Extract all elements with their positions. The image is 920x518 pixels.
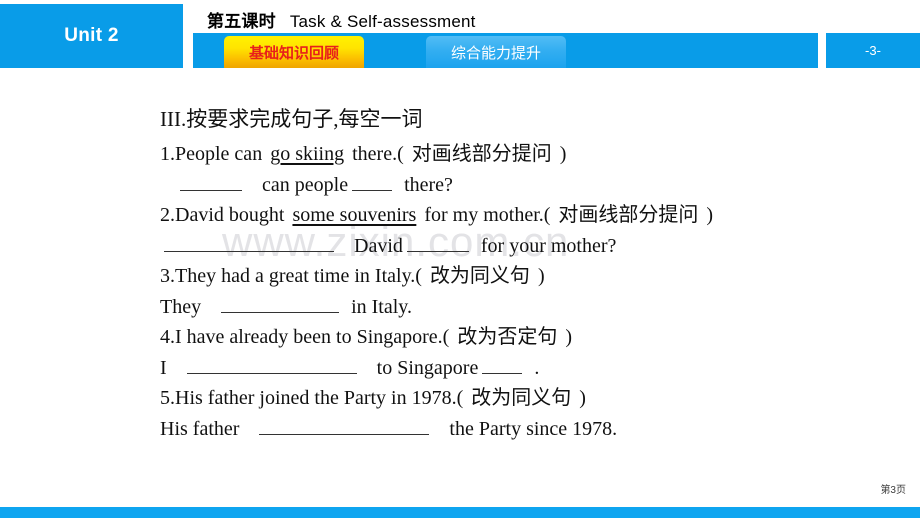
footer-page-number: 第3页 <box>880 485 906 496</box>
item-5-answer-text-2: the Party since 1978. <box>449 417 618 440</box>
exercise-item-4-prompt: 4.I have already been to Singapore.( 改为否定… <box>160 322 900 353</box>
item-2-instruction: 对画线部分提问 <box>558 204 699 226</box>
item-1-number: 1. <box>160 143 175 165</box>
item-2-underlined: some souvenirs <box>292 204 417 226</box>
item-1-prompt-after: there.( <box>352 143 404 165</box>
lesson-title-cn: 第五课时 <box>207 12 276 31</box>
item-2-blank-1[interactable] <box>164 235 334 252</box>
item-4-number: 4. <box>160 326 175 348</box>
item-5-prompt-before: His father joined the Party in 1978.( <box>175 387 464 409</box>
tab-basics-review-label: 基础知识回顾 <box>248 44 339 62</box>
item-2-blank-2[interactable] <box>406 235 469 252</box>
exercise-heading: III.按要求完成句子,每空一词 <box>160 107 423 131</box>
tab-comprehensive-improvement[interactable]: 综合能力提升 <box>426 36 566 68</box>
item-4-instruction: 改为否定句 <box>457 326 558 348</box>
item-4-answer-text-1: I <box>160 356 167 379</box>
item-4-answer-text-3: . <box>534 356 540 379</box>
page-indicator-badge: -3- <box>826 33 920 68</box>
exercise-item-3-answer: They in Italy. <box>160 292 900 323</box>
item-2-prompt-after: for my mother.( <box>424 204 551 226</box>
item-2-answer-text-2: for your mother? <box>480 234 617 257</box>
item-1-close-paren: ) <box>559 143 567 165</box>
lesson-title: 第五课时 Task & Self-assessment <box>207 7 476 32</box>
tab-bar: 基础知识回顾 综合能力提升 <box>193 33 818 68</box>
item-1-blank-1[interactable] <box>180 174 242 191</box>
exercise-item-2-prompt: 2.David bought some souvenirs for my mothe… <box>160 200 900 231</box>
unit-badge: Unit 2 <box>0 4 183 68</box>
exercise-item-5-answer: His father the Party since 1978. <box>160 414 900 445</box>
item-2-close-paren: ) <box>706 204 714 226</box>
item-3-prompt-before: They had a great time in Italy.( <box>175 265 422 287</box>
item-1-instruction: 对画线部分提问 <box>411 143 552 165</box>
item-5-blank-1[interactable] <box>259 418 430 435</box>
unit-label: Unit 2 <box>64 25 119 46</box>
item-4-blank-1[interactable] <box>186 357 357 374</box>
item-1-answer-text-2: there? <box>404 173 453 196</box>
item-3-blank-1[interactable] <box>221 296 340 313</box>
tab-comprehensive-improvement-label: 综合能力提升 <box>450 44 541 62</box>
item-5-number: 5. <box>160 387 175 409</box>
item-5-close-paren: ) <box>579 387 586 409</box>
tab-basics-review[interactable]: 基础知识回顾 <box>224 36 364 68</box>
item-1-blank-2[interactable] <box>352 174 393 191</box>
item-1-answer-text-1: can people <box>262 173 349 196</box>
item-5-answer-text-1: His father <box>160 417 240 440</box>
page-header: Unit 2 第五课时 Task & Self-assessment 基础知识回顾… <box>0 0 920 72</box>
lesson-title-en: Task & Self-assessment <box>289 12 476 31</box>
footer-accent-bar <box>0 507 920 518</box>
item-3-answer-text-1: They <box>160 295 202 318</box>
exercise-item-4-answer: Ito Singapore. <box>160 353 900 384</box>
item-4-prompt-before: I have already been to Singapore.( <box>175 326 450 348</box>
item-4-blank-2[interactable] <box>482 357 523 374</box>
exercise-content: III.按要求完成句子,每空一词 1.People can go skiing th… <box>160 103 900 444</box>
exercise-item-1-answer: can people there? <box>160 170 900 201</box>
item-1-prompt-before: People can <box>175 143 263 165</box>
item-2-answer-text-1: David <box>354 234 403 257</box>
exercise-item-5-prompt: 5.His father joined the Party in 1978.( 改… <box>160 383 900 414</box>
item-3-answer-text-2: in Italy. <box>351 295 413 318</box>
item-2-prompt-before: David bought <box>175 204 285 226</box>
item-3-instruction: 改为同义句 <box>429 265 530 287</box>
item-3-number: 3. <box>160 265 175 287</box>
item-4-answer-text-2: to Singapore <box>376 356 479 379</box>
exercise-item-1-prompt: 1.People can go skiing there.( 对画线部分提问) <box>160 139 900 170</box>
item-2-number: 2. <box>160 204 175 226</box>
item-5-instruction: 改为同义句 <box>471 387 572 409</box>
item-3-close-paren: ) <box>537 265 545 287</box>
item-1-underlined: go skiing <box>270 143 345 165</box>
item-4-close-paren: ) <box>565 326 572 348</box>
exercise-item-3-prompt: 3.They had a great time in Italy.( 改为同义句) <box>160 261 900 292</box>
exercise-item-2-answer: David for your mother? <box>160 231 900 262</box>
page-indicator-label: -3- <box>865 43 881 58</box>
